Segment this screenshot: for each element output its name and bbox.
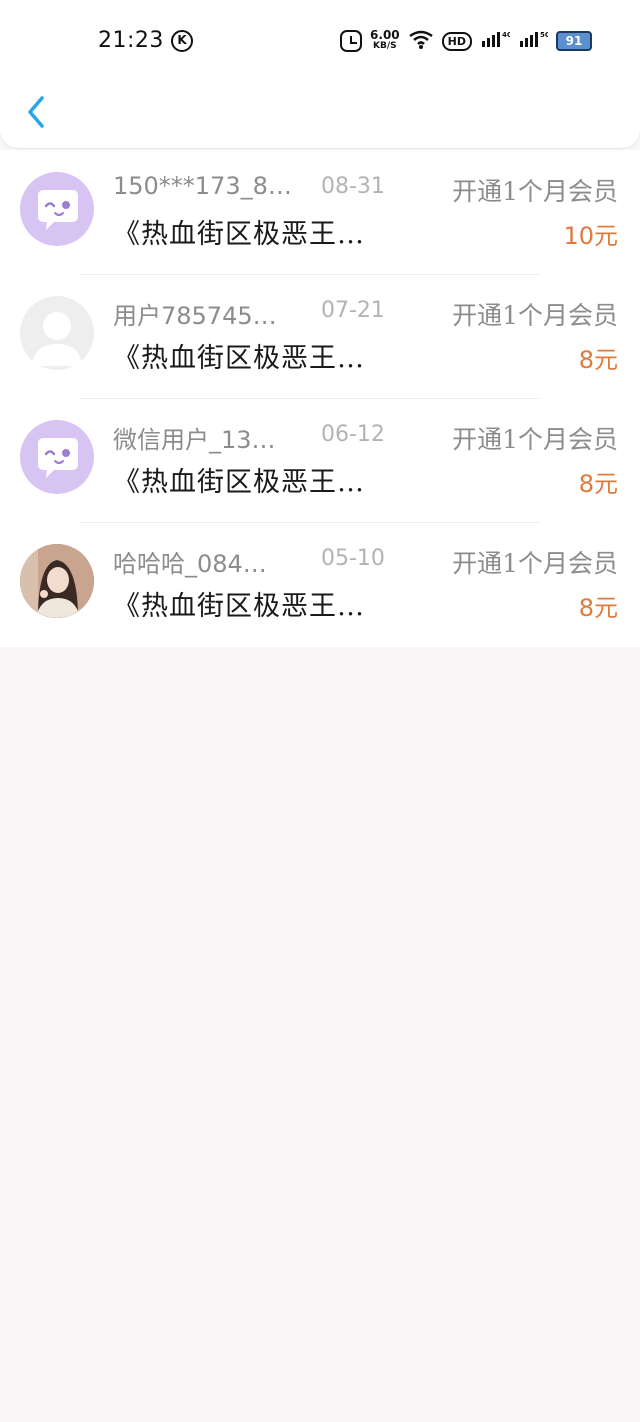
avatar bbox=[20, 420, 94, 494]
signal-5g-icon: 5G bbox=[518, 29, 551, 53]
record-date: 07-21 bbox=[321, 298, 385, 323]
row-divider bbox=[80, 522, 540, 523]
k-app-icon: K bbox=[171, 30, 193, 52]
purchase-record-list: 150***173_8… 08-31 开通1个月会员 《热血街区极恶王… 10元… bbox=[0, 150, 640, 647]
record-amount: 10元 bbox=[563, 222, 618, 250]
avatar bbox=[20, 172, 94, 246]
status-icons: 6.00 KB/S HD 4G 5G 91 bbox=[340, 28, 592, 54]
chevron-left-icon bbox=[28, 96, 44, 128]
record-date: 05-10 bbox=[321, 546, 385, 571]
chat-bubble-avatar-icon bbox=[38, 190, 78, 230]
record-amount: 8元 bbox=[578, 346, 618, 374]
default-person-icon bbox=[32, 312, 82, 366]
record-action: 开通1个月会员 bbox=[452, 301, 618, 330]
book-title: 《热血街区极恶王… bbox=[113, 467, 365, 498]
svg-text:5G: 5G bbox=[540, 31, 548, 39]
alarm-icon bbox=[340, 30, 363, 52]
record-amount: 8元 bbox=[578, 470, 618, 498]
speed-value: 6.00 bbox=[370, 28, 400, 42]
list-item[interactable]: 哈哈哈_084… 05-10 开通1个月会员 《热血街区极恶王… 8元 bbox=[0, 522, 640, 646]
back-button[interactable] bbox=[20, 92, 56, 132]
record-amount: 8元 bbox=[578, 594, 618, 622]
status-time: 21:23 bbox=[98, 28, 164, 53]
battery-icon: 91 bbox=[556, 31, 592, 51]
row-divider bbox=[80, 274, 540, 275]
row-divider bbox=[80, 398, 540, 399]
signal-4g-icon: 4G bbox=[480, 29, 513, 53]
username: 150***173_8… bbox=[113, 172, 292, 200]
svg-text:4G: 4G bbox=[502, 31, 510, 39]
hd-icon: HD bbox=[441, 31, 472, 51]
book-title: 《热血街区极恶王… bbox=[113, 219, 365, 250]
record-action: 开通1个月会员 bbox=[452, 549, 618, 578]
speed-unit: KB/S bbox=[373, 41, 397, 51]
username: 微信用户_13… bbox=[113, 426, 276, 454]
record-date: 06-12 bbox=[321, 422, 385, 447]
list-item[interactable]: 微信用户_13… 06-12 开通1个月会员 《热血街区极恶王… 8元 bbox=[0, 398, 640, 522]
network-speed: 6.00 KB/S bbox=[370, 28, 400, 52]
avatar bbox=[20, 544, 94, 618]
status-bar: 21:23 K 6.00 KB/S HD 4G 5G 91 bbox=[0, 0, 640, 80]
record-action: 开通1个月会员 bbox=[452, 425, 618, 454]
wifi-icon bbox=[408, 30, 434, 53]
user-photo-icon bbox=[20, 544, 94, 618]
record-action: 开通1个月会员 bbox=[452, 177, 618, 206]
chat-bubble-avatar-icon bbox=[38, 438, 78, 478]
list-item[interactable]: 用户785745… 07-21 开通1个月会员 《热血街区极恶王… 8元 bbox=[0, 274, 640, 398]
top-bar: 21:23 K 6.00 KB/S HD 4G 5G 91 bbox=[0, 0, 640, 148]
list-item[interactable]: 150***173_8… 08-31 开通1个月会员 《热血街区极恶王… 10元 bbox=[0, 150, 640, 274]
username: 哈哈哈_084… bbox=[113, 550, 267, 578]
record-date: 08-31 bbox=[321, 174, 385, 199]
username: 用户785745… bbox=[113, 302, 277, 330]
avatar bbox=[20, 296, 94, 370]
book-title: 《热血街区极恶王… bbox=[113, 343, 365, 374]
book-title: 《热血街区极恶王… bbox=[113, 591, 365, 622]
